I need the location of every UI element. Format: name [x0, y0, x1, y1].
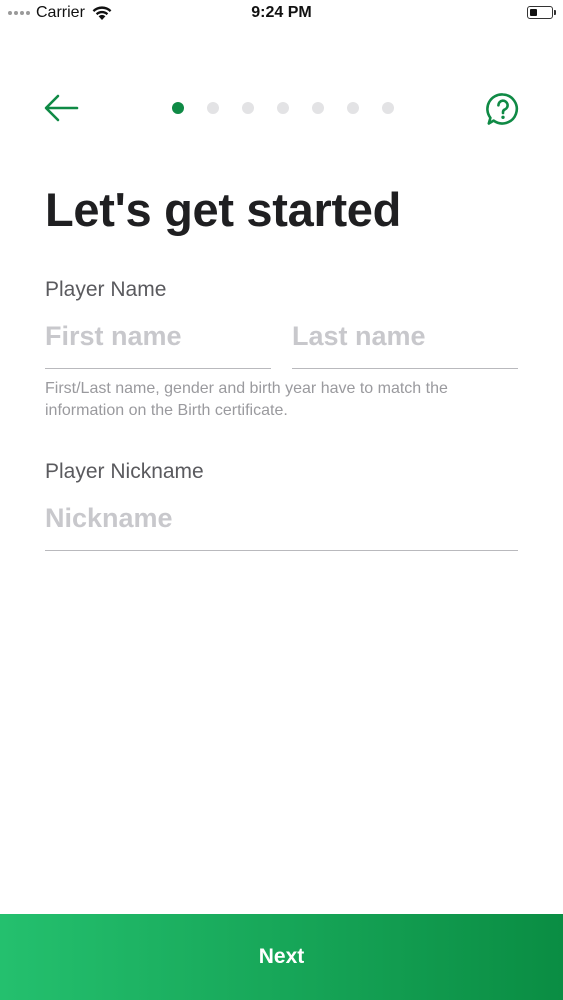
nickname-input[interactable]: [45, 500, 518, 551]
status-time: 9:24 PM: [251, 4, 312, 21]
status-bar: Carrier 9:24 PM: [0, 0, 563, 30]
help-button[interactable]: [485, 91, 521, 127]
back-button[interactable]: [40, 90, 80, 126]
step-dot: [347, 102, 359, 114]
step-dot: [312, 102, 324, 114]
step-dot: [382, 102, 394, 114]
step-dot: [207, 102, 219, 114]
arrow-left-icon: [44, 94, 79, 122]
player-name-label: Player Name: [45, 278, 167, 301]
step-dot-active: [172, 102, 184, 114]
help-chat-icon: [486, 93, 519, 125]
battery-icon: [527, 6, 556, 19]
step-dot: [277, 102, 289, 114]
step-dot: [242, 102, 254, 114]
player-nickname-label: Player Nickname: [45, 460, 204, 483]
battery-level: [530, 9, 537, 16]
step-indicator: [172, 102, 394, 114]
next-button[interactable]: Next: [0, 914, 563, 1000]
name-helper-text: First/Last name, gender and birth year h…: [45, 380, 448, 419]
first-name-input[interactable]: [45, 318, 271, 369]
last-name-input[interactable]: [292, 318, 518, 369]
page-title: Let's get started: [45, 183, 402, 236]
